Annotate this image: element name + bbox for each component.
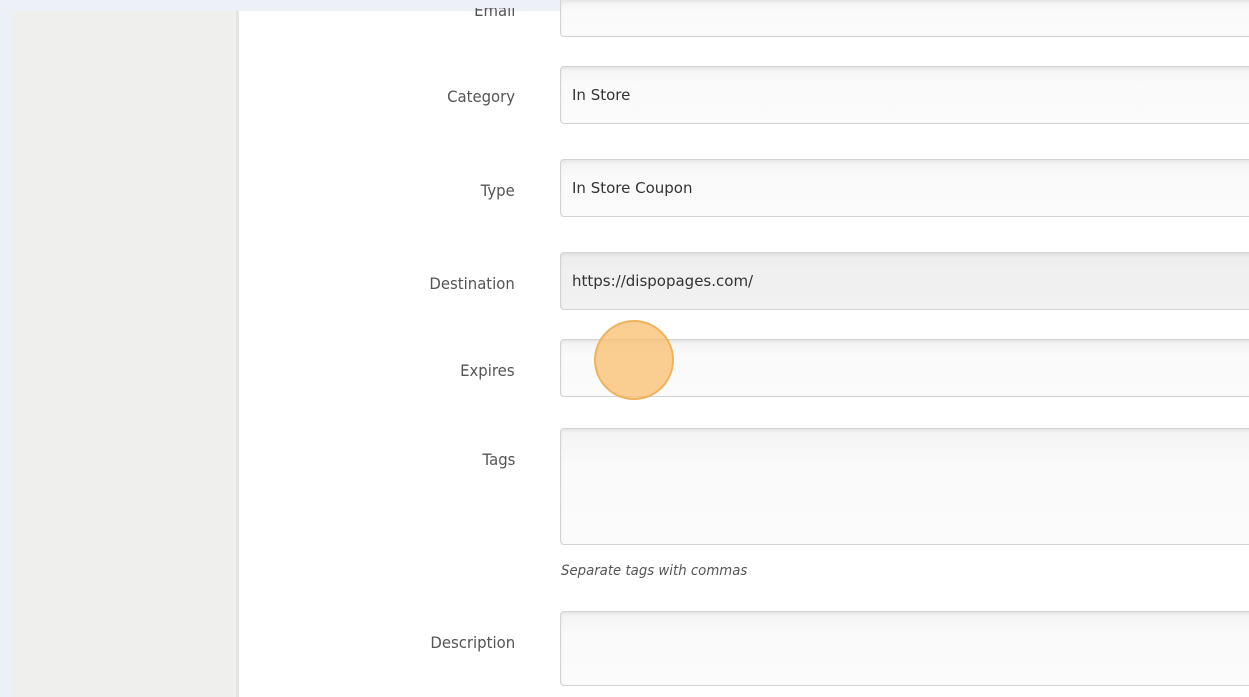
type-value: In Store Coupon — [572, 179, 693, 197]
category-label: Category — [447, 87, 515, 106]
email-field[interactable] — [560, 0, 1249, 37]
tags-field[interactable] — [560, 428, 1249, 545]
tags-label: Tags — [482, 450, 515, 469]
email-label-text: Email — [473, 8, 515, 20]
sidebar — [11, 11, 237, 697]
description-label: Description — [430, 633, 515, 652]
email-label: Email — [474, 8, 515, 30]
click-indicator — [594, 320, 674, 400]
category-value: In Store — [572, 86, 631, 104]
expires-label: Expires — [460, 361, 515, 380]
type-label: Type — [480, 181, 515, 200]
destination-value: https://dispopages.com/ — [572, 272, 754, 290]
category-field[interactable]: In Store — [560, 66, 1249, 124]
tags-help-text: Separate tags with commas — [561, 563, 748, 579]
destination-label: Destination — [429, 274, 515, 293]
destination-field[interactable]: https://dispopages.com/ — [560, 252, 1249, 310]
type-field[interactable]: In Store Coupon — [560, 159, 1249, 217]
description-field[interactable] — [560, 611, 1249, 686]
